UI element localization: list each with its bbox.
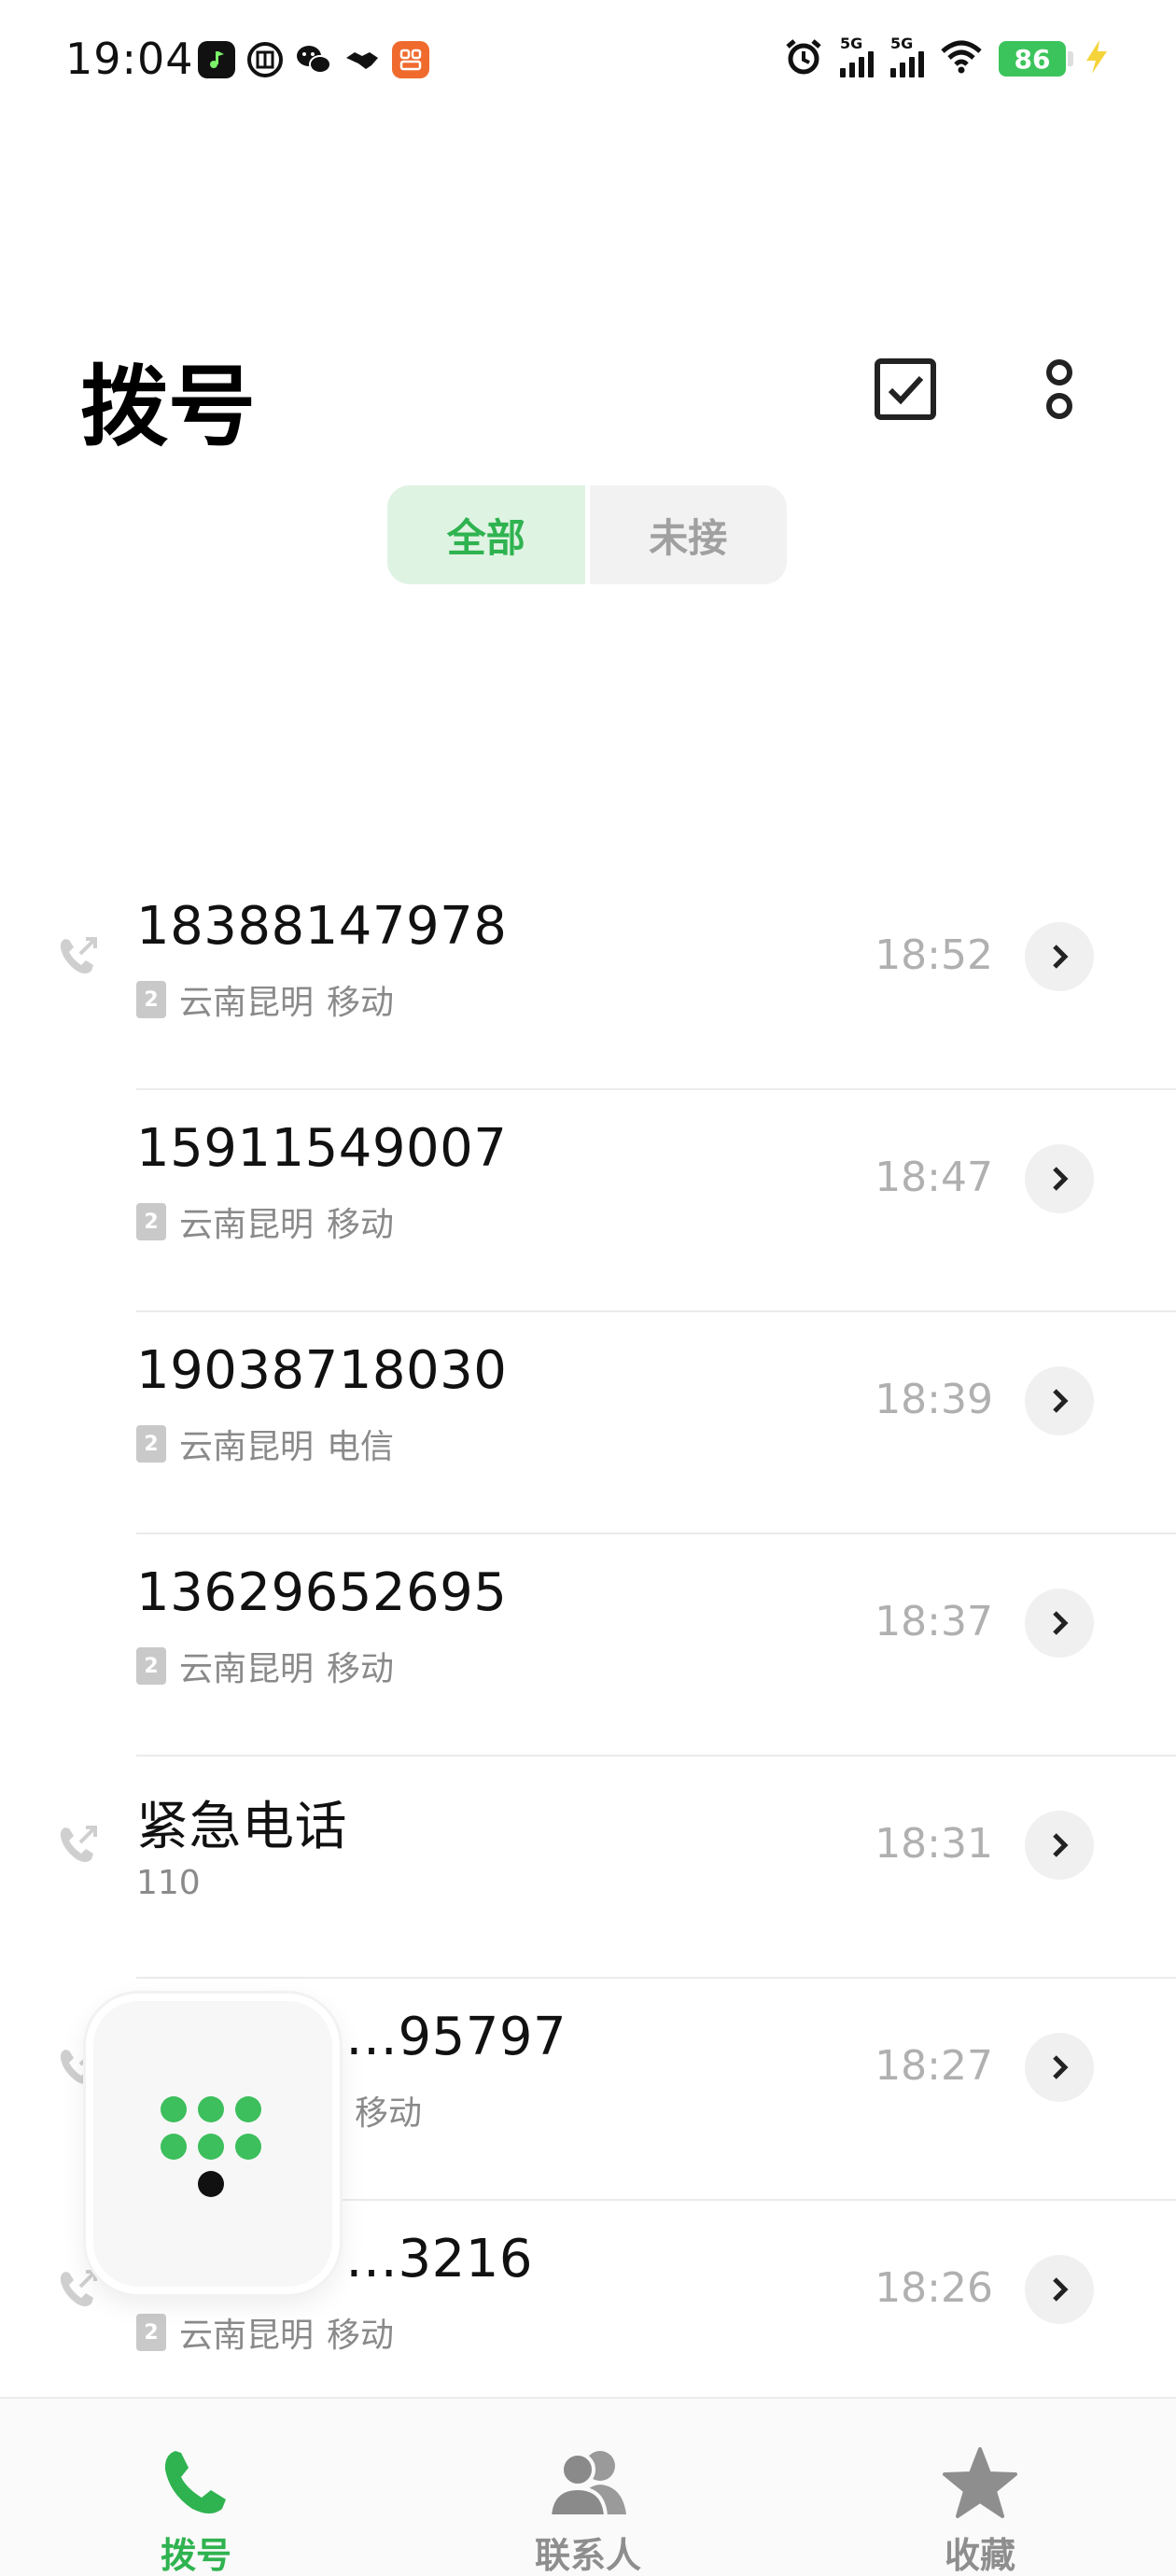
contacts-icon [547,2450,626,2518]
caller-location: 云南昆明 [179,2317,315,2355]
caller-number: 19038718030 [136,1340,508,1401]
caller-info: 2 云南昆明 移动 [136,1197,394,1246]
status-right: 5G 5G 86 [784,35,1111,80]
call-time: 18:27 [875,2042,993,2090]
caller-number: …3216 [345,2229,534,2289]
sim-card-icon: 2 [136,981,166,1018]
chevron-right-icon [1053,2277,1069,2302]
caller-carrier: 电信 [327,1428,395,1466]
more-options-button[interactable] [1017,347,1101,431]
alarm-icon [784,37,823,80]
caller-location: 云南昆明 [179,1206,315,1244]
chevron-right-icon [1053,1833,1069,1857]
signal-1-label: 5G [840,35,863,52]
caller-carrier: 移动 [327,1206,395,1244]
caller-location: 云南昆明 [179,1650,315,1688]
orange-app-icon [392,41,429,78]
caller-carrier: 移动 [355,2094,423,2133]
caller-info: 2 云南昆明 移动 [136,2308,394,2357]
nav-favorites[interactable]: 收藏 [840,2399,1120,2576]
caller-number: 15911549007 [136,1118,508,1179]
signal-2-icon: 5G [890,35,924,77]
caller-number: …95797 [345,2007,567,2067]
call-details-button[interactable] [1025,2255,1094,2324]
status-bar: 19:04 5G 5G 86 [0,0,1176,121]
more-icon [1046,359,1072,419]
caller-number-sub: 110 [136,1864,201,1902]
caller-number: 18388147978 [136,896,508,957]
call-time: 18:26 [875,2264,993,2312]
call-log-row[interactable]: 18388147978 2 云南昆明 移动 18:52 [0,868,1176,1090]
battery-level: 86 [1014,43,1051,75]
sim-card-icon: 2 [136,2314,166,2351]
tab-all[interactable]: 全部 [387,485,590,584]
nav-contacts-label: 联系人 [534,2535,641,2576]
wifi-icon [941,40,982,77]
sim-card-icon: 2 [136,1203,166,1240]
bottom-navigation: 拨号 联系人 收藏 [0,2397,1176,2576]
chevron-right-icon [1053,945,1069,969]
nav-dialer[interactable]: 拨号 [56,2399,336,2576]
caller-carrier: 移动 [327,984,395,1022]
signal-2-label: 5G [890,35,914,52]
caller-number: 13629652695 [136,1562,508,1623]
status-time: 19:04 [65,34,194,84]
chevron-right-icon [1053,1167,1069,1191]
outgoing-call-icon [60,1826,97,1862]
outgoing-call-icon [60,937,97,973]
call-time: 18:47 [875,1154,993,1201]
checkbox-icon [875,358,936,420]
dialpad-icon [161,2096,261,2197]
nav-favorites-label: 收藏 [944,2535,1015,2576]
notification-icons [198,41,429,78]
call-details-button[interactable] [1025,922,1094,991]
caller-carrier: 移动 [327,1650,395,1688]
page-title: 拨号 [80,357,257,458]
call-details-button[interactable] [1025,1144,1094,1213]
sim-card-icon: 2 [136,1425,166,1463]
star-icon [943,2446,1017,2518]
tab-missed[interactable]: 未接 [590,485,788,584]
outgoing-call-icon [60,2270,97,2306]
chevron-right-icon [1053,1611,1069,1635]
call-time: 18:37 [875,1598,993,1645]
call-log-row[interactable]: 19038718030 2 云南昆明 电信 18:39 [0,1312,1176,1534]
caller-info: 2 云南昆明 电信 [136,1420,394,1468]
call-time: 18:31 [875,1820,993,1868]
caller-info: 2 云南昆明 移动 [136,1642,394,1690]
call-filter-tabs: 全部 未接 [387,485,787,584]
caller-carrier: 移动 [327,2317,395,2355]
call-log-row[interactable]: 13629652695 2 云南昆明 移动 18:37 [0,1534,1176,1757]
caller-name: 紧急电话 [136,1797,347,1857]
phone-icon [164,2450,226,2513]
call-details-button[interactable] [1025,2033,1094,2102]
caller-location: 云南昆明 [179,984,315,1022]
dialpad-button[interactable] [86,1994,340,2294]
call-log-row[interactable]: 15911549007 2 云南昆明 移动 18:47 [0,1090,1176,1312]
caller-info: 移动 [355,2086,422,2135]
call-time: 18:39 [875,1376,993,1423]
multi-select-button[interactable] [863,347,947,431]
battery-indicator: 86 [999,41,1073,77]
chevron-right-icon [1053,2055,1069,2079]
bank-app-icon [246,41,284,78]
nav-dialer-label: 拨号 [160,2535,231,2576]
call-details-button[interactable] [1025,1811,1094,1880]
call-time: 18:52 [875,931,993,979]
caller-location: 云南昆明 [179,1428,315,1466]
caller-info: 110 [136,1864,201,1902]
signal-1-icon: 5G [840,35,874,77]
chevron-right-icon [1053,1389,1069,1413]
call-log-row[interactable]: 紧急电话 110 18:31 [0,1757,1176,1979]
music-app-icon [198,41,235,78]
handshake-icon [343,41,381,78]
call-details-button[interactable] [1025,1366,1094,1435]
wechat-icon [295,41,332,78]
call-details-button[interactable] [1025,1589,1094,1658]
sim-card-icon: 2 [136,1647,166,1685]
charging-icon [1083,38,1111,79]
nav-contacts[interactable]: 联系人 [448,2399,728,2576]
caller-info: 2 云南昆明 移动 [136,975,394,1024]
